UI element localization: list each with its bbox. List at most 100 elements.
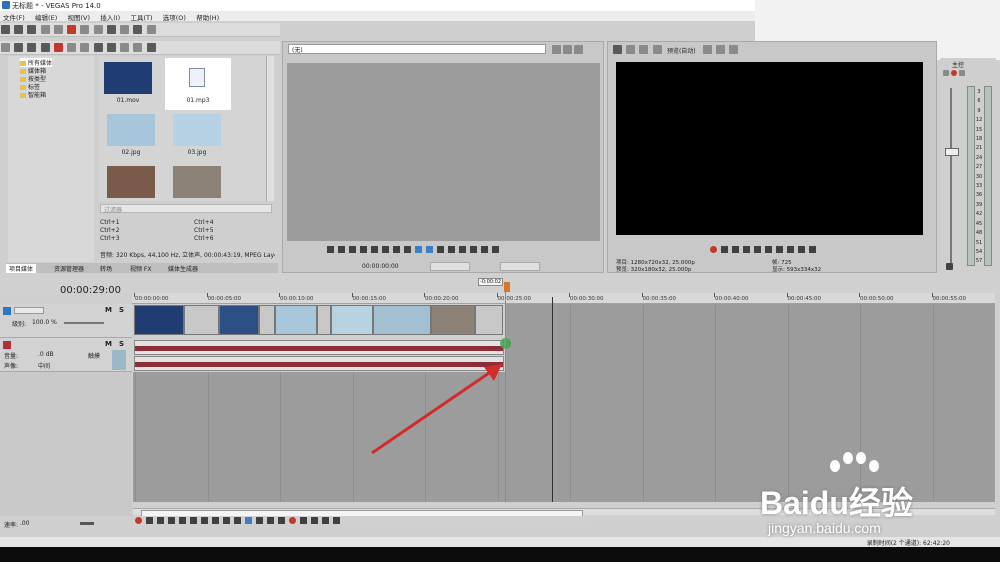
tags-icon[interactable]: [80, 43, 90, 52]
media-fx-icon[interactable]: [67, 43, 77, 52]
copy-snapshot-icon[interactable]: [716, 45, 726, 54]
prev-marker-icon[interactable]: [798, 246, 805, 253]
normal-edit-tool-icon[interactable]: [245, 517, 252, 524]
external-monitor-icon[interactable]: [652, 45, 662, 54]
image-clip[interactable]: [475, 305, 503, 335]
lock-icon[interactable]: [946, 263, 953, 270]
timeline-ruler[interactable]: 00:00:00:00 00:00:05:00 00:00:10:00 00:00:1…: [132, 293, 995, 304]
loop-region-marker[interactable]: -0:00:02: [478, 278, 503, 286]
mute-button[interactable]: M: [105, 340, 112, 348]
image-clip[interactable]: [431, 305, 475, 335]
mute-button[interactable]: M: [105, 306, 112, 314]
zoom-tool-icon[interactable]: [278, 517, 285, 524]
trimmer-tool-icon[interactable]: [552, 45, 561, 54]
prev-frame-icon[interactable]: [776, 246, 783, 253]
rate-slider[interactable]: [80, 522, 94, 525]
render-icon[interactable]: [53, 25, 63, 34]
trimmer-out-field[interactable]: [500, 262, 540, 271]
tab-explorer[interactable]: 资源管理器: [54, 264, 84, 273]
menu-view[interactable]: 视图(V): [67, 12, 90, 22]
up-folder-icon[interactable]: [1, 43, 10, 52]
video-clip-gap[interactable]: [184, 305, 219, 335]
pause-icon[interactable]: [360, 246, 367, 253]
undo-icon[interactable]: [106, 25, 116, 34]
trimmer-tool-icon[interactable]: [574, 45, 583, 54]
prev-marker-icon[interactable]: [201, 517, 208, 524]
loop-icon[interactable]: [327, 246, 334, 253]
media-thumb-jpg[interactable]: [107, 166, 155, 198]
cut-icon[interactable]: [67, 25, 77, 34]
stop-icon[interactable]: [371, 246, 378, 253]
image-clip[interactable]: [331, 305, 373, 335]
image-clip[interactable]: [275, 305, 317, 335]
media-thumb-mov[interactable]: [104, 62, 152, 94]
prev-frame-icon[interactable]: [223, 517, 230, 524]
tab-media-generators[interactable]: 媒体生成器: [168, 264, 198, 273]
power-icon[interactable]: [951, 70, 957, 76]
play-from-start-icon[interactable]: [157, 517, 164, 524]
pause-icon[interactable]: [179, 517, 186, 524]
selection-tool-icon[interactable]: [267, 517, 274, 524]
playhead-cursor[interactable]: [552, 297, 553, 502]
paste-icon[interactable]: [93, 25, 103, 34]
trim-icon[interactable]: [133, 25, 143, 34]
trim-icon[interactable]: [300, 517, 307, 524]
menu-file[interactable]: 文件(F): [3, 12, 25, 22]
add-to-timeline-icon[interactable]: [415, 246, 422, 253]
image-clip[interactable]: [373, 305, 431, 335]
next-frame-icon[interactable]: [393, 246, 400, 253]
save-icon[interactable]: [27, 25, 37, 34]
audio-waveform-left[interactable]: [134, 340, 504, 355]
play-icon[interactable]: [93, 43, 103, 52]
play-icon[interactable]: [349, 246, 356, 253]
preview-quality-dropdown[interactable]: 预览(自动): [667, 46, 696, 55]
play-from-start-icon[interactable]: [732, 246, 739, 253]
track-name-field[interactable]: [14, 307, 44, 314]
pause-icon[interactable]: [754, 246, 761, 253]
overlays-icon[interactable]: [702, 45, 712, 54]
loop-icon[interactable]: [146, 517, 153, 524]
trimmer-in-field[interactable]: [430, 262, 470, 271]
menu-tools[interactable]: 工具(T): [130, 12, 152, 22]
region-icon[interactable]: [448, 246, 455, 253]
record-icon[interactable]: [710, 246, 717, 253]
autopreview-icon[interactable]: [120, 43, 130, 52]
automation-mode[interactable]: 触摸: [88, 351, 100, 360]
copy-icon[interactable]: [80, 25, 90, 34]
level-slider[interactable]: [64, 322, 104, 324]
insert-icon[interactable]: [426, 246, 433, 253]
transition[interactable]: [259, 305, 275, 335]
save-snapshot-icon[interactable]: [729, 45, 739, 54]
gear-icon[interactable]: [959, 70, 965, 76]
trimmer-dropdown[interactable]: (无): [288, 44, 546, 54]
menu-help[interactable]: 帮助(H): [196, 12, 219, 22]
redo-icon[interactable]: [120, 25, 130, 34]
capture-icon[interactable]: [27, 43, 37, 52]
split-icon[interactable]: [639, 45, 649, 54]
media-item-selected[interactable]: 01.mp3: [165, 58, 231, 110]
trimmer-area[interactable]: [287, 63, 600, 241]
new-icon[interactable]: [1, 25, 10, 34]
solo-button[interactable]: S: [119, 340, 124, 348]
solo-button[interactable]: S: [119, 306, 124, 314]
remove-icon[interactable]: [53, 43, 63, 52]
play-from-start-icon[interactable]: [338, 246, 345, 253]
next-frame-icon[interactable]: [787, 246, 794, 253]
properties-icon[interactable]: [40, 25, 50, 34]
play-icon[interactable]: [743, 246, 750, 253]
get-media-icon[interactable]: [40, 43, 50, 52]
master-fader-handle[interactable]: [945, 148, 959, 156]
ignore-grouping-icon[interactable]: [322, 517, 329, 524]
marker-icon[interactable]: [481, 246, 488, 253]
import-icon[interactable]: [14, 43, 24, 52]
play-icon[interactable]: [168, 517, 175, 524]
transition[interactable]: [317, 305, 331, 335]
help-icon[interactable]: [146, 25, 156, 34]
media-thumb-jpg[interactable]: [107, 114, 155, 146]
settings-icon[interactable]: [613, 45, 622, 54]
prev-frame-icon[interactable]: [382, 246, 389, 253]
filter-input[interactable]: 过滤器: [100, 204, 272, 214]
marker-icon[interactable]: [459, 246, 466, 253]
overwrite-icon[interactable]: [437, 246, 444, 253]
tab-project-media[interactable]: 项目媒体: [6, 264, 37, 273]
